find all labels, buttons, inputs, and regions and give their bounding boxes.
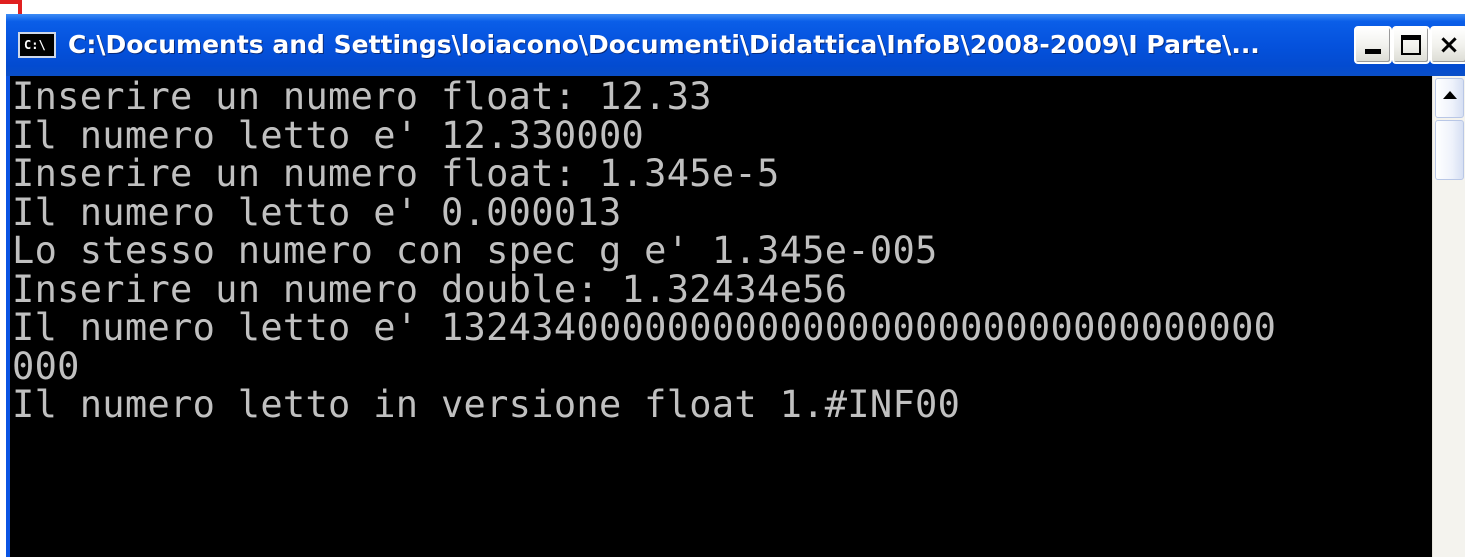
title-bar[interactable]: C:\ C:\Documents and Settings\loiacono\D… — [6, 14, 1465, 76]
console-window: C:\ C:\Documents and Settings\loiacono\D… — [6, 14, 1465, 557]
console-line: Il numero letto e' 0.000013 — [12, 190, 622, 234]
console-text: Inserire un numero float: 12.33 Il numer… — [10, 76, 1432, 425]
window-client-area: Inserire un numero float: 12.33 Il numer… — [10, 76, 1465, 557]
minimize-icon — [1365, 49, 1381, 54]
scroll-up-button[interactable] — [1435, 78, 1464, 118]
maximize-icon — [1401, 35, 1421, 55]
vertical-scrollbar[interactable] — [1432, 76, 1465, 557]
close-button[interactable]: × — [1430, 26, 1465, 64]
console-line: Il numero letto e' 132434000000000000000… — [12, 306, 1277, 349]
maximize-button[interactable] — [1392, 26, 1430, 64]
scroll-up-arrow-icon — [1443, 91, 1457, 99]
console-window-icon[interactable]: C:\ — [18, 32, 56, 58]
corner-marker — [0, 0, 22, 14]
window-title: C:\Documents and Settings\loiacono\Docum… — [68, 30, 1260, 59]
scroll-thumb[interactable] — [1435, 120, 1464, 180]
console-line: Inserire un numero float: 12.33 — [12, 76, 712, 118]
minimize-button[interactable] — [1354, 26, 1392, 64]
console-line: Il numero letto e' 12.330000 — [12, 113, 645, 157]
console-icon-label: C:\ — [24, 38, 46, 52]
console-line: Lo stesso numero con spec g e' 1.345e-00… — [12, 229, 938, 272]
console-output[interactable]: Inserire un numero float: 12.33 Il numer… — [10, 76, 1432, 557]
close-icon: × — [1438, 30, 1460, 60]
console-line: Inserire un numero float: 1.345e-5 — [12, 152, 780, 195]
console-line: 000 — [12, 344, 80, 388]
console-line: Il numero letto in versione float 1.#INF… — [12, 383, 961, 426]
console-line: Inserire un numero double: 1.32434e56 — [12, 267, 848, 311]
